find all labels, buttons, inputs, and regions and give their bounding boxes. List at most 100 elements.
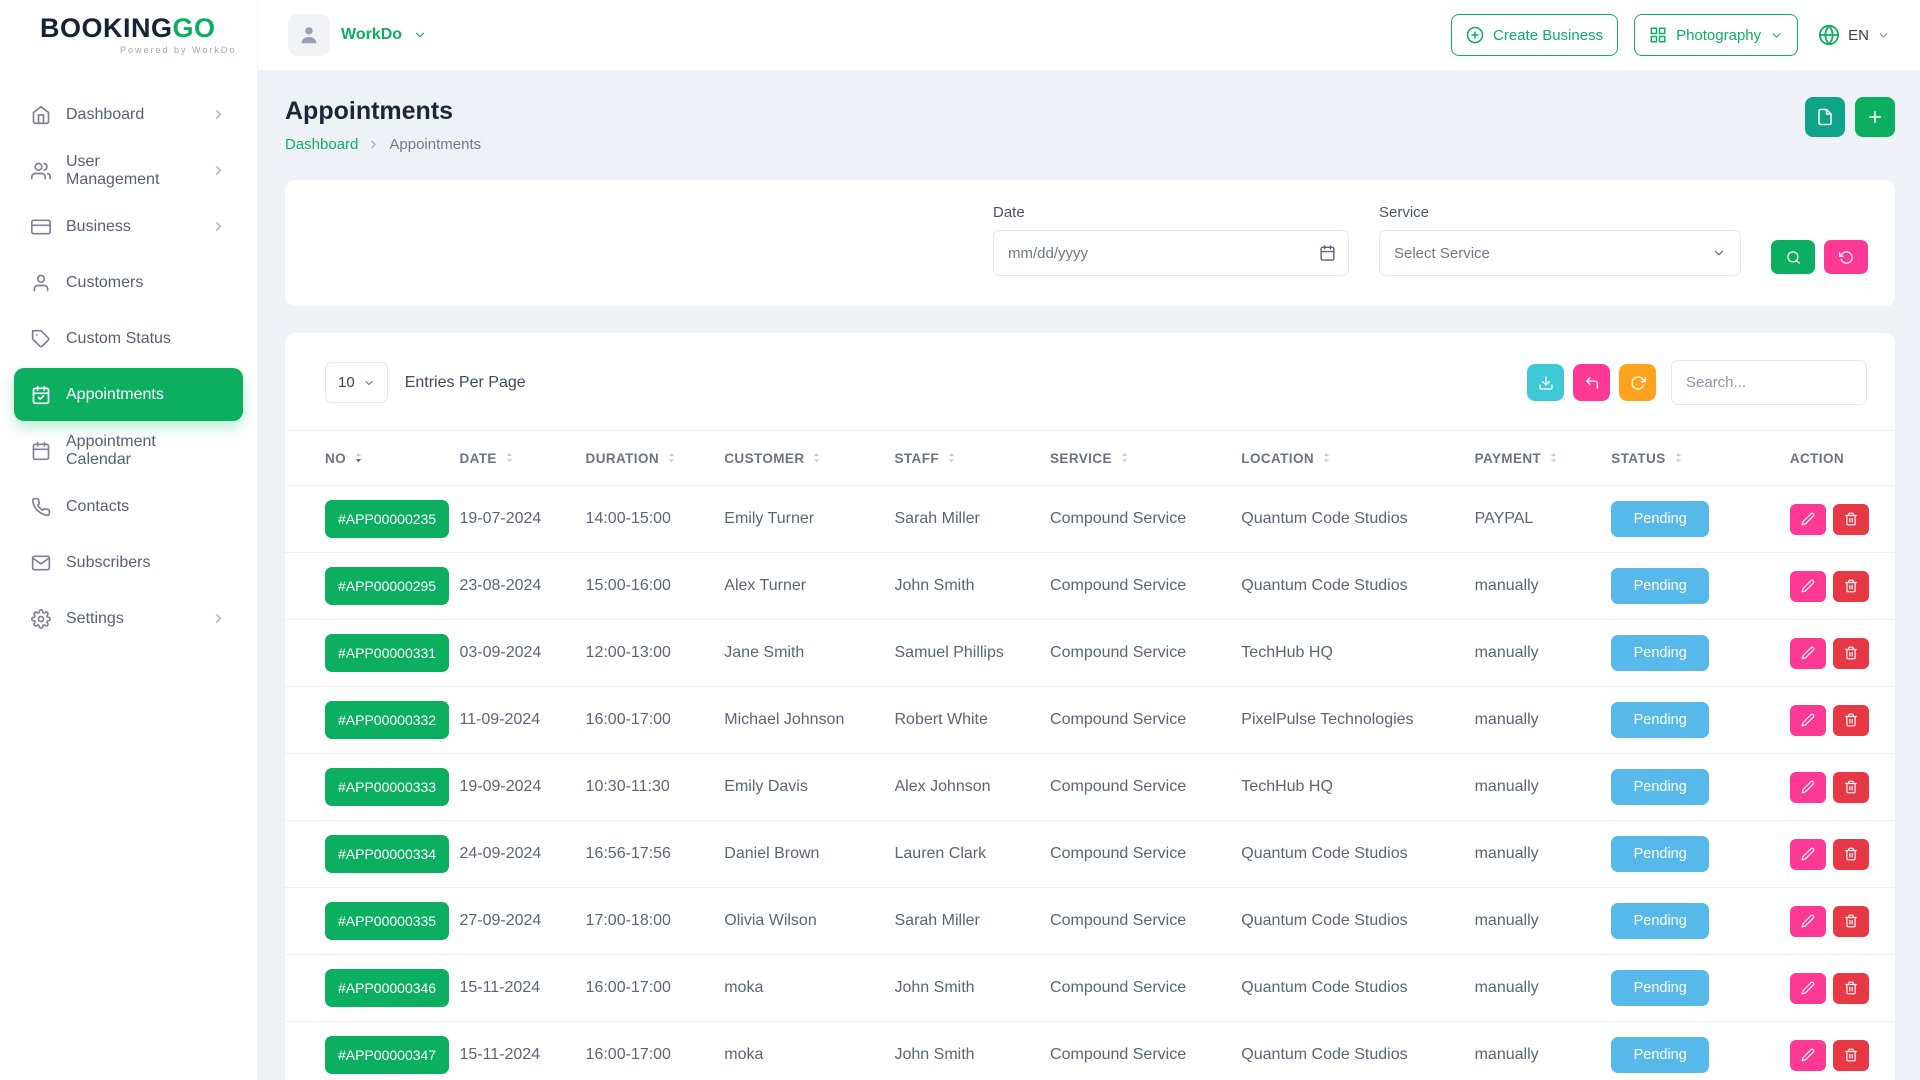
status-cell: Pending (1611, 553, 1790, 620)
appointment-no-badge[interactable]: #APP00000295 (325, 567, 449, 605)
column-header[interactable]: DURATION (586, 431, 725, 486)
delete-button[interactable] (1833, 906, 1869, 937)
status-cell: Pending (1611, 1022, 1790, 1080)
service-cell: Compound Service (1050, 620, 1241, 687)
edit-button[interactable] (1790, 772, 1826, 803)
column-header[interactable]: PAYMENT (1475, 431, 1612, 486)
sidebar: BOOKINGGO Powered by WorkDo Dashboard Us… (0, 0, 258, 1080)
trash-icon (1844, 1048, 1858, 1062)
date-cell: 15-11-2024 (459, 955, 585, 1022)
undo-button[interactable] (1573, 364, 1610, 401)
delete-button[interactable] (1833, 973, 1869, 1004)
service-filter-label: Service (1379, 204, 1741, 221)
delete-button[interactable] (1833, 638, 1869, 669)
refresh-button[interactable] (1619, 364, 1656, 401)
business-type-dropdown[interactable]: Photography (1634, 14, 1798, 56)
appointment-no-badge[interactable]: #APP00000346 (325, 969, 449, 1007)
breadcrumb: Dashboard Appointments (285, 136, 481, 153)
sidebar-item[interactable]: Settings (14, 592, 243, 645)
add-appointment-button[interactable] (1855, 97, 1895, 137)
create-business-label: Create Business (1493, 27, 1603, 44)
sidebar-item[interactable]: Business (14, 200, 243, 253)
edit-button[interactable] (1790, 571, 1826, 602)
breadcrumb-dashboard-link[interactable]: Dashboard (285, 136, 358, 153)
sidebar-item[interactable]: Appointments (14, 368, 243, 421)
appointment-no-badge[interactable]: #APP00000334 (325, 835, 449, 873)
column-header[interactable]: DATE (459, 431, 585, 486)
column-header[interactable]: SERVICE (1050, 431, 1241, 486)
appointment-no-badge[interactable]: #APP00000235 (325, 500, 449, 538)
payment-cell: manually (1475, 553, 1612, 620)
business-type-label: Photography (1676, 27, 1761, 44)
sidebar-item-label: Custom Status (66, 330, 171, 348)
table-row: #APP00000333 19-09-2024 10:30-11:30 Emil… (285, 754, 1895, 821)
appointment-no-badge[interactable]: #APP00000331 (325, 634, 449, 672)
download-button[interactable] (1527, 364, 1564, 401)
delete-button[interactable] (1833, 1040, 1869, 1071)
column-header[interactable]: NO (285, 431, 459, 486)
customer-cell: Olivia Wilson (724, 888, 894, 955)
sidebar-item[interactable]: Customers (14, 256, 243, 309)
trash-icon (1844, 646, 1858, 660)
edit-button[interactable] (1790, 705, 1826, 736)
staff-cell: Sarah Miller (895, 486, 1051, 553)
column-header[interactable]: CUSTOMER (724, 431, 894, 486)
filter-search-button[interactable] (1771, 240, 1815, 274)
edit-button[interactable] (1790, 973, 1826, 1004)
sidebar-item[interactable]: User Management (14, 144, 243, 197)
pencil-icon (1801, 780, 1815, 794)
sidebar-item-label: Appointments (66, 386, 164, 404)
delete-button[interactable] (1833, 772, 1869, 803)
delete-button[interactable] (1833, 504, 1869, 535)
date-filter-input[interactable] (993, 230, 1349, 276)
delete-button[interactable] (1833, 571, 1869, 602)
date-cell: 23-08-2024 (459, 553, 585, 620)
entries-per-page-select[interactable]: 10 (325, 362, 388, 403)
appointment-no-badge[interactable]: #APP00000335 (325, 902, 449, 940)
filter-reset-button[interactable] (1824, 240, 1868, 274)
workspace-selector[interactable]: WorkDo (288, 14, 427, 56)
customer-cell: Emily Davis (724, 754, 894, 821)
topbar: WorkDo Create Business Photography EN (258, 0, 1920, 70)
edit-button[interactable] (1790, 839, 1826, 870)
appointment-no-badge[interactable]: #APP00000332 (325, 701, 449, 739)
edit-button[interactable] (1790, 504, 1826, 535)
brand-logo[interactable]: BOOKINGGO Powered by WorkDo (0, 0, 257, 70)
action-cell (1790, 486, 1895, 553)
main-content: Appointments Dashboard Appointments Date (258, 70, 1920, 1080)
no-cell: #APP00000347 (285, 1022, 459, 1080)
location-cell: Quantum Code Studios (1241, 1022, 1474, 1080)
column-header[interactable]: STATUS (1611, 431, 1790, 486)
column-header[interactable]: STAFF (895, 431, 1051, 486)
chevron-right-icon (367, 138, 380, 151)
sidebar-item[interactable]: Appointment Calendar (14, 424, 243, 477)
create-business-button[interactable]: Create Business (1451, 14, 1618, 56)
delete-button[interactable] (1833, 839, 1869, 870)
no-cell: #APP00000331 (285, 620, 459, 687)
column-header[interactable]: ACTION (1790, 431, 1895, 486)
chevron-right-icon (211, 163, 226, 178)
column-header[interactable]: LOCATION (1241, 431, 1474, 486)
edit-button[interactable] (1790, 906, 1826, 937)
edit-button[interactable] (1790, 1040, 1826, 1071)
search-input[interactable] (1671, 360, 1867, 405)
delete-button[interactable] (1833, 705, 1869, 736)
action-cell (1790, 955, 1895, 1022)
payment-cell: PAYPAL (1475, 486, 1612, 553)
appointment-no-badge[interactable]: #APP00000333 (325, 768, 449, 806)
sidebar-item[interactable]: Dashboard (14, 88, 243, 141)
chevron-down-icon (1712, 246, 1726, 260)
chevron-down-icon (1877, 29, 1890, 42)
sidebar-item[interactable]: Custom Status (14, 312, 243, 365)
sidebar-item[interactable]: Subscribers (14, 536, 243, 589)
sidebar-item[interactable]: Contacts (14, 480, 243, 533)
service-cell: Compound Service (1050, 1022, 1241, 1080)
language-selector[interactable]: EN (1814, 24, 1894, 46)
service-filter-select[interactable]: Select Service (1379, 230, 1741, 276)
export-button[interactable] (1805, 97, 1845, 137)
edit-button[interactable] (1790, 638, 1826, 669)
status-badge: Pending (1611, 702, 1709, 738)
appointment-no-badge[interactable]: #APP00000347 (325, 1036, 449, 1074)
pencil-icon (1801, 512, 1815, 526)
chevron-down-icon (363, 377, 375, 389)
